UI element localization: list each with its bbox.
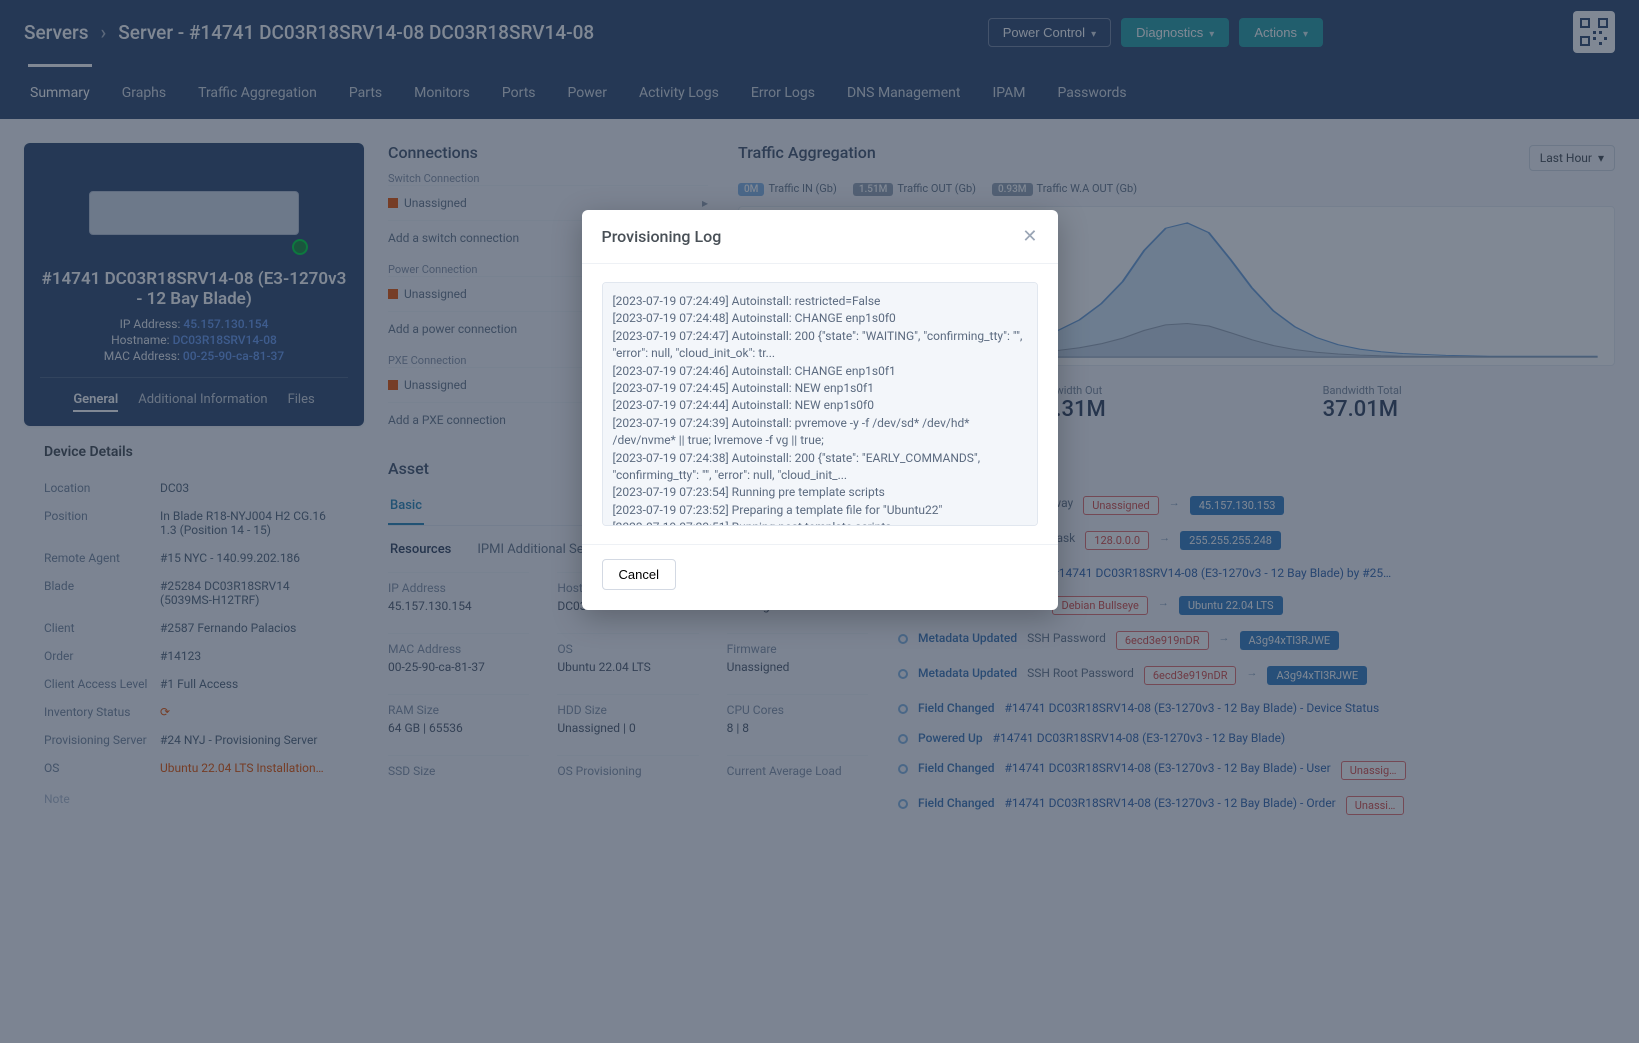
provisioning-log-modal: Provisioning Log ✕ [2023-07-19 07:24:49]… — [582, 210, 1058, 610]
provisioning-log-output[interactable]: [2023-07-19 07:24:49] Autoinstall: restr… — [602, 282, 1038, 526]
modal-overlay[interactable]: Provisioning Log ✕ [2023-07-19 07:24:49]… — [0, 0, 1639, 1043]
cancel-button[interactable]: Cancel — [602, 559, 676, 590]
close-icon[interactable]: ✕ — [1022, 226, 1037, 247]
modal-title: Provisioning Log — [602, 227, 722, 246]
